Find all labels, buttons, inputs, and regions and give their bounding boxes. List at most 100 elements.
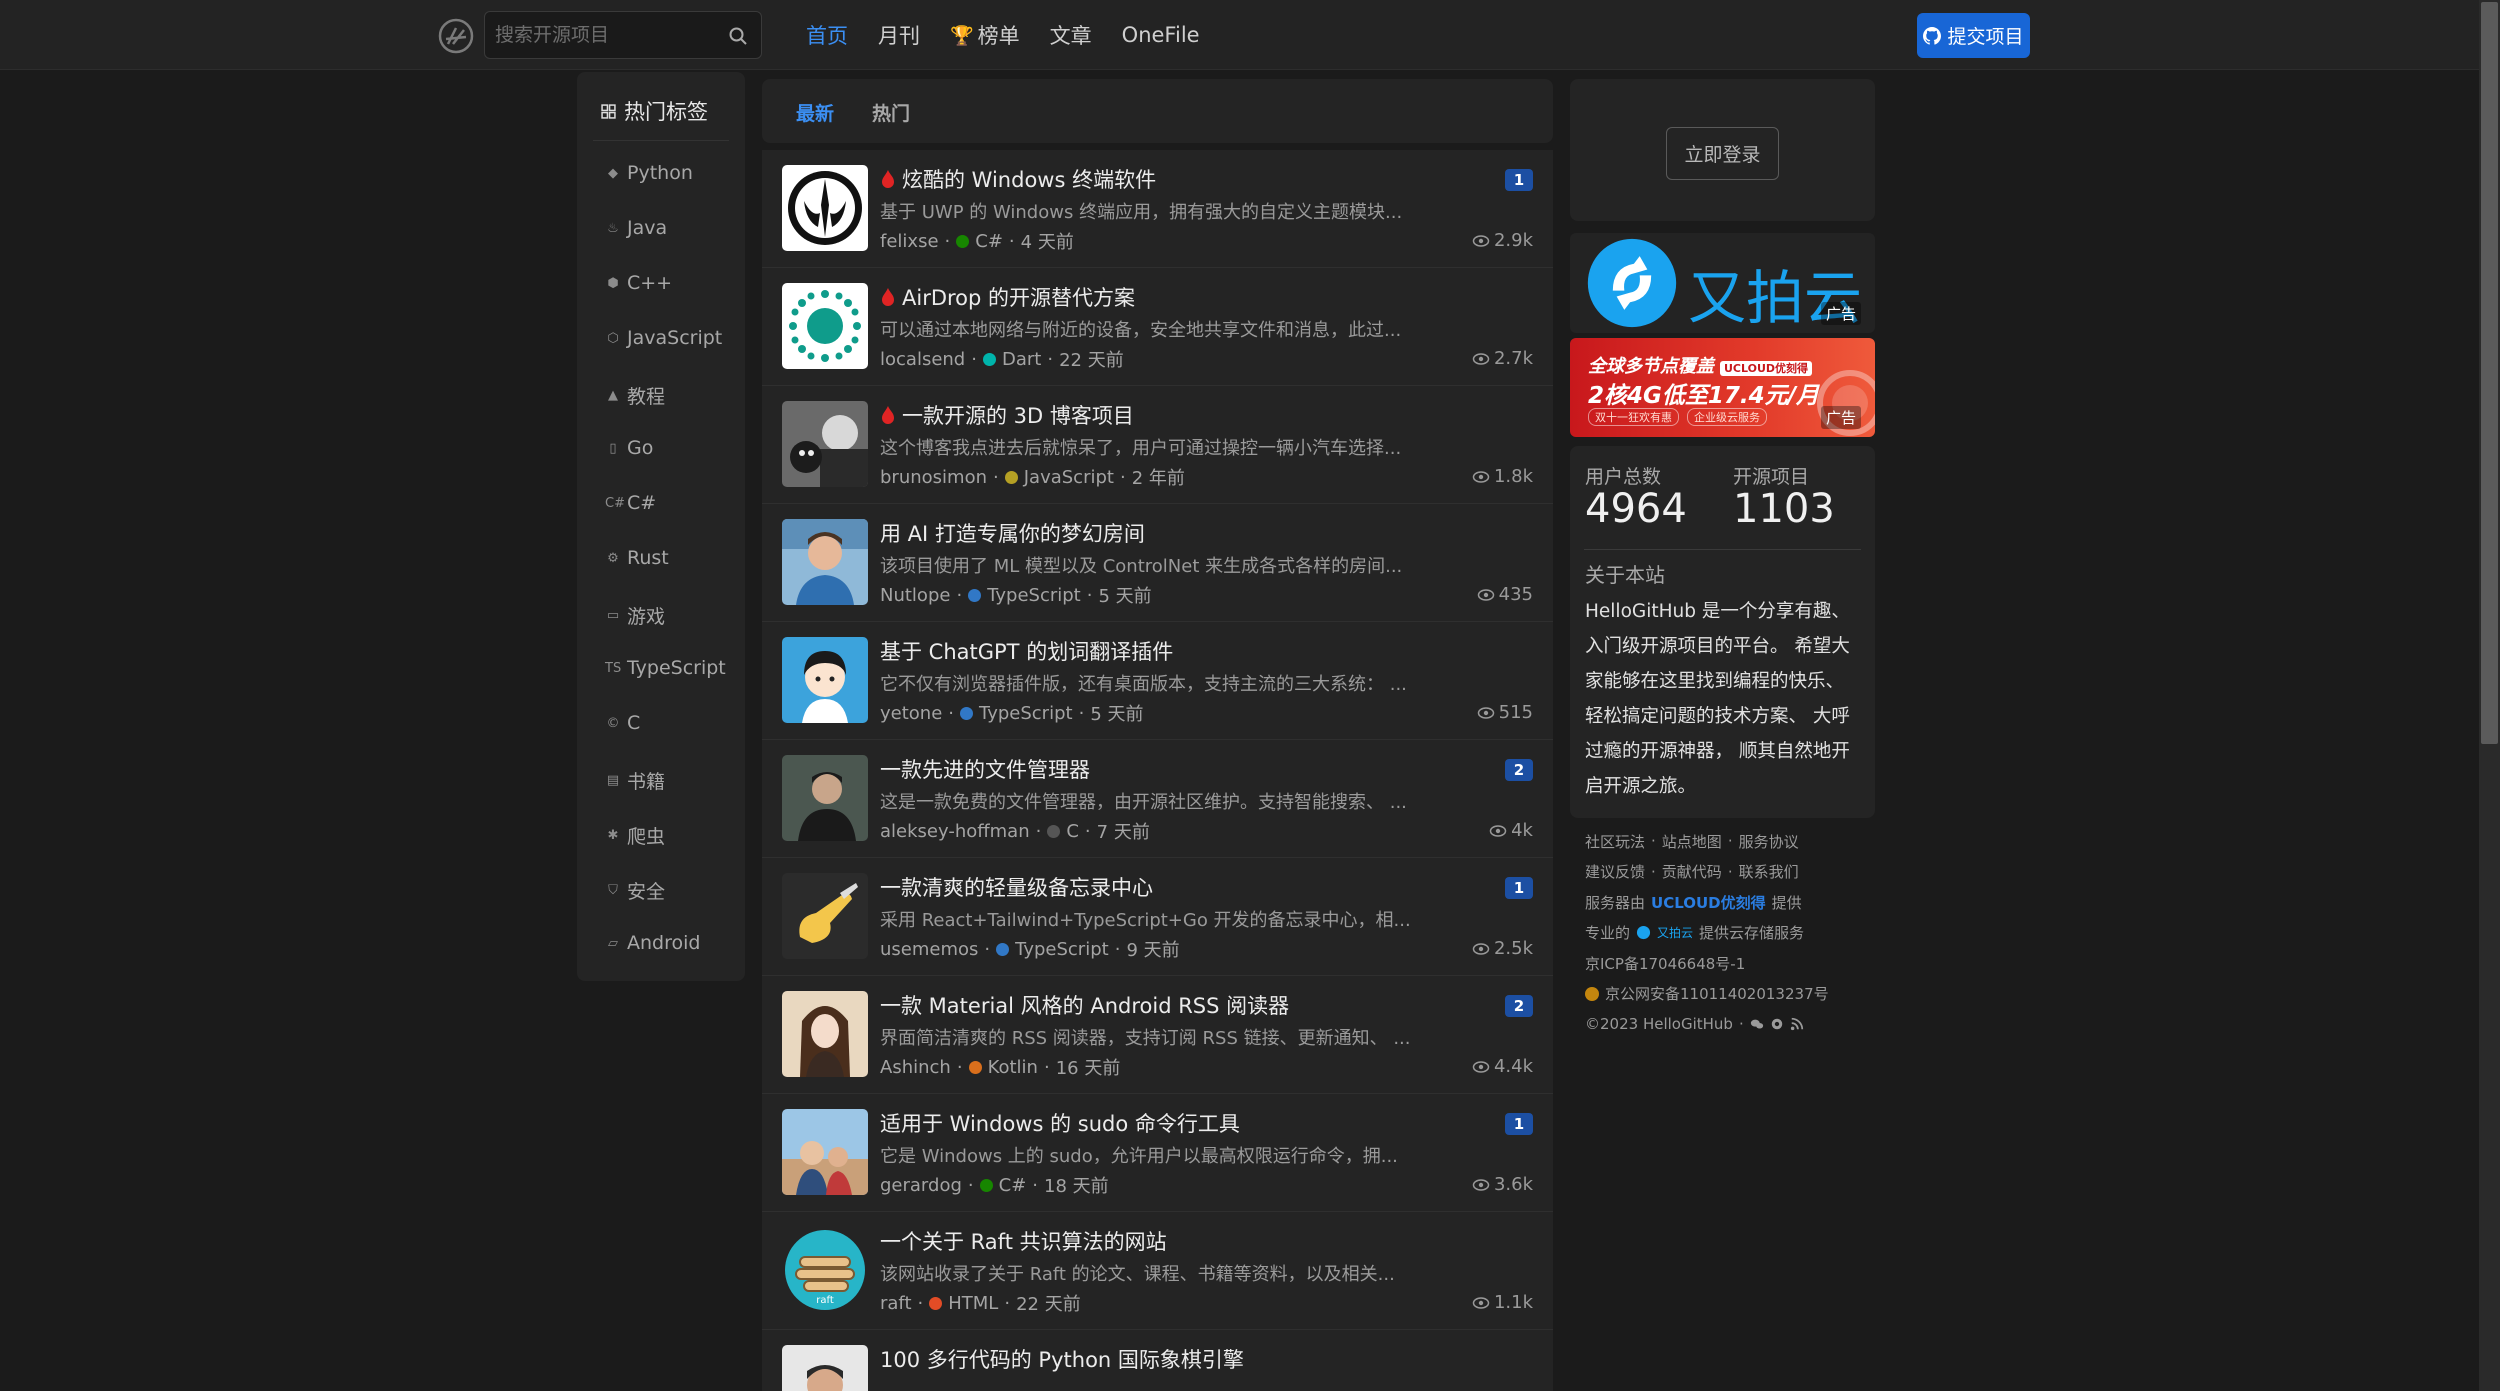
tag-javascript[interactable]: ⬡ JavaScript: [605, 327, 722, 349]
tag-tutorial[interactable]: ▲ 教程: [605, 382, 665, 409]
tab-latest[interactable]: 最新: [796, 99, 834, 126]
project-author[interactable]: Ashinch: [880, 1057, 951, 1078]
footer-links-row: 社区玩法 · 站点地图 · 服务协议: [1585, 826, 1875, 857]
tag-crawler[interactable]: ✱ 爬虫: [605, 822, 665, 849]
list-item[interactable]: 一款清爽的轻量级备忘录中心 采用 React+Tailwind+TypeScri…: [762, 858, 1553, 976]
tab-hot[interactable]: 热门: [872, 99, 910, 126]
list-item[interactable]: 一款 Material 风格的 Android RSS 阅读器 界面简洁清爽的 …: [762, 976, 1553, 1094]
project-avatar: [782, 1345, 868, 1391]
eye-icon: [1477, 588, 1494, 601]
csharp-icon: C#: [605, 495, 625, 511]
about-text: HelloGitHub 是一个分享有趣、 入门级开源项目的平台。 希望大家能够在…: [1585, 601, 1850, 797]
list-item[interactable]: 一款开源的 3D 博客项目 这个博客我点进去后就惊呆了，用户可通过操控一辆小汽车…: [762, 386, 1553, 504]
project-author[interactable]: usememos: [880, 939, 978, 960]
project-title[interactable]: 炫酷的 Windows 终端软件: [880, 164, 1156, 194]
project-title[interactable]: 一款清爽的轻量级备忘录中心: [880, 872, 1153, 902]
view-count-value: 1.8k: [1493, 466, 1533, 487]
search-input[interactable]: [495, 12, 715, 58]
tag-go[interactable]: ▯ Go: [605, 437, 653, 459]
project-author[interactable]: raft: [880, 1293, 912, 1314]
nav-monthly[interactable]: 月刊: [878, 20, 920, 50]
upyun-ad-banner[interactable]: 又拍云 广告: [1570, 233, 1875, 333]
ucloud-ad-banner[interactable]: 全球多节点覆盖 UCLOUD优刻得 2核4G低至17.4元/月 双十一狂欢有惠 企业…: [1570, 338, 1875, 437]
tag-android[interactable]: ▱ Android: [605, 932, 700, 954]
project-title[interactable]: 一个关于 Raft 共识算法的网站: [880, 1226, 1167, 1256]
list-item[interactable]: 基于 ChatGPT 的划词翻译插件 它不仅有浏览器插件版，还有桌面版本，支持主…: [762, 622, 1553, 740]
list-item[interactable]: 炫酷的 Windows 终端软件 基于 UWP 的 Windows 终端应用，拥…: [762, 150, 1553, 268]
footer-link-sitemap[interactable]: 站点地图: [1662, 831, 1722, 852]
footer-link-community[interactable]: 社区玩法: [1585, 831, 1645, 852]
project-title-text: 用 AI 打造专属你的梦幻房间: [880, 522, 1145, 546]
project-title[interactable]: 一款开源的 3D 博客项目: [880, 400, 1134, 430]
tag-python[interactable]: ◆ Python: [605, 162, 693, 184]
project-meta: aleksey-hoffman · C · 7 天前: [880, 818, 1150, 844]
icp-link[interactable]: 京ICP备17046648号-1: [1585, 953, 1745, 974]
project-title[interactable]: 适用于 Windows 的 sudo 命令行工具: [880, 1108, 1240, 1138]
tag-java[interactable]: ♨ Java: [605, 217, 667, 239]
tag-c[interactable]: © C: [605, 712, 641, 734]
nav-onefile[interactable]: OneFile: [1122, 23, 1200, 47]
project-language: HTML: [948, 1292, 999, 1314]
search-icon[interactable]: [727, 25, 749, 47]
project-avatar: raft: [782, 1227, 868, 1313]
tag-books[interactable]: ▤ 书籍: [605, 767, 665, 794]
footer-link-contact[interactable]: 联系我们: [1739, 861, 1799, 882]
list-item[interactable]: 一款先进的文件管理器 这是一款免费的文件管理器，由开源社区维护。支持智能搜索、 …: [762, 740, 1553, 858]
project-title[interactable]: 基于 ChatGPT 的划词翻译插件: [880, 636, 1173, 666]
footer-copyright-row: ©2023 HelloGitHub ·: [1585, 1009, 1875, 1040]
list-item[interactable]: 用 AI 打造专属你的梦幻房间 该项目使用了 ML 模型以及 ControlNe…: [762, 504, 1553, 622]
rss-icon[interactable]: [1790, 1017, 1804, 1031]
footer-link-feedback[interactable]: 建议反馈: [1585, 861, 1645, 882]
tag-typescript[interactable]: TS TypeScript: [605, 657, 726, 679]
issue-badge: 2: [1505, 759, 1533, 781]
nav-home[interactable]: 首页: [806, 20, 848, 50]
tag-game[interactable]: ▭ 游戏: [605, 602, 665, 629]
weibo-icon[interactable]: [1770, 1017, 1784, 1031]
project-author[interactable]: Nutlope: [880, 585, 950, 606]
project-title[interactable]: 一款先进的文件管理器: [880, 754, 1090, 784]
list-item[interactable]: AirDrop 的开源替代方案 可以通过本地网络与附近的设备，安全地共享文件和消…: [762, 268, 1553, 386]
project-meta: raft · HTML · 22 天前: [880, 1290, 1081, 1316]
storage-suffix: 提供云存储服务: [1699, 924, 1805, 943]
project-title[interactable]: 100 多行代码的 Python 国际象棋引擎: [880, 1344, 1244, 1374]
project-author[interactable]: aleksey-hoffman: [880, 821, 1030, 842]
tag-csharp[interactable]: C# C#: [605, 492, 656, 514]
project-avatar: [782, 283, 868, 369]
scrollbar-thumb[interactable]: [2481, 2, 2498, 744]
ad-chip: 企业级云服务: [1687, 408, 1767, 426]
tag-cpp[interactable]: ⬢ C++: [605, 272, 672, 294]
ucloud-logo[interactable]: UCLOUD优刻得: [1651, 892, 1766, 913]
project-author[interactable]: gerardog: [880, 1175, 962, 1196]
submit-project-button[interactable]: 提交项目: [1917, 13, 2030, 58]
tag-security[interactable]: ⛉ 安全: [605, 877, 665, 904]
view-count: 1.1k: [1472, 1292, 1533, 1313]
project-author[interactable]: felixse: [880, 231, 939, 252]
footer-link-terms[interactable]: 服务协议: [1739, 831, 1799, 852]
project-title[interactable]: AirDrop 的开源替代方案: [880, 282, 1135, 312]
project-avatar: [782, 873, 868, 959]
language-dot: [960, 706, 974, 720]
wechat-icon[interactable]: [1750, 1017, 1764, 1031]
list-item[interactable]: 100 多行代码的 Python 国际象棋引擎: [762, 1330, 1553, 1391]
project-author[interactable]: localsend: [880, 349, 965, 370]
project-description: 它不仅有浏览器插件版，还有桌面版本，支持主流的三大系统： ...: [880, 674, 1407, 695]
project-title[interactable]: 一款 Material 风格的 Android RSS 阅读器: [880, 990, 1289, 1020]
tag-label: 游戏: [627, 606, 666, 628]
nav-rankings[interactable]: 🏆 榜单: [950, 20, 1020, 50]
list-item[interactable]: raft 一个关于 Raft 共识算法的网站 该网站收录了关于 Raft 的论文…: [762, 1212, 1553, 1330]
project-title[interactable]: 用 AI 打造专属你的梦幻房间: [880, 518, 1145, 548]
project-author[interactable]: brunosimon: [880, 467, 987, 488]
hellogithub-logo-icon[interactable]: [437, 17, 475, 55]
c-icon: ©: [606, 715, 620, 731]
police-link[interactable]: 京公网安备11011402013237号: [1605, 983, 1829, 1004]
login-button[interactable]: 立即登录: [1666, 127, 1779, 180]
list-item[interactable]: 适用于 Windows 的 sudo 命令行工具 它是 Windows 上的 s…: [762, 1094, 1553, 1212]
nav-articles[interactable]: 文章: [1050, 20, 1092, 50]
project-author[interactable]: yetone: [880, 703, 942, 724]
tag-rust[interactable]: ⚙ Rust: [605, 547, 669, 569]
project-avatar: [782, 165, 868, 251]
upyun-logo-icon: [1587, 238, 1677, 328]
footer-link-contribute[interactable]: 贡献代码: [1662, 861, 1722, 882]
project-description: 它是 Windows 上的 sudo，允许用户以最高权限运行命令，拥...: [880, 1146, 1398, 1167]
upyun-logo-text[interactable]: 又拍云: [1657, 924, 1693, 941]
